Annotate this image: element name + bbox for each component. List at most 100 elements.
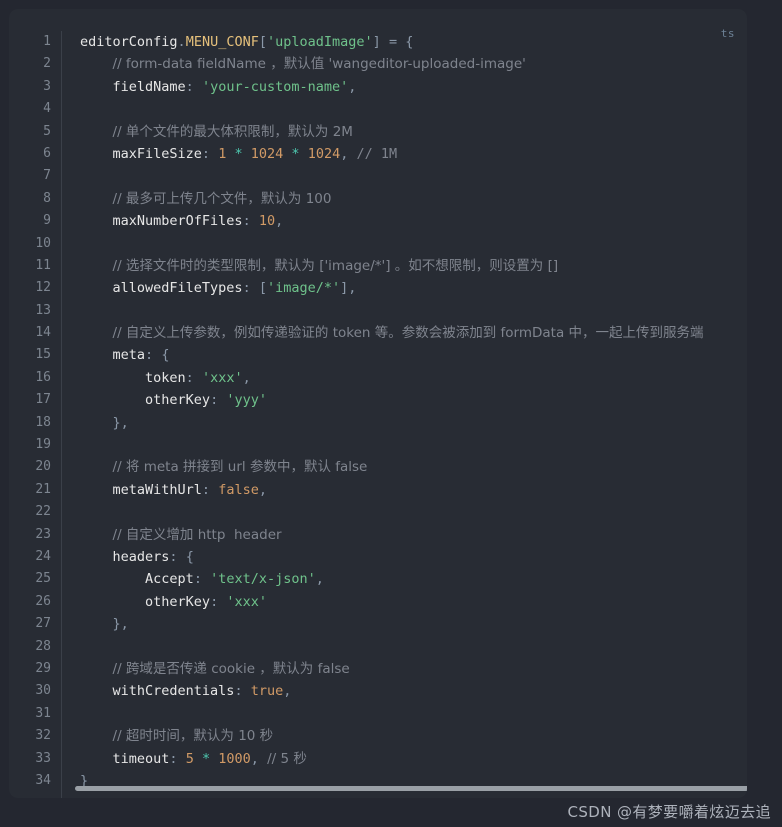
code-token: :: [185, 369, 194, 386]
code-token: // 超时时间，默认为 10 秒: [112, 728, 274, 745]
code-content[interactable]: editorConfig.MENU_CONF['uploadImage'] = …: [62, 31, 747, 792]
code-token: 5: [185, 750, 194, 767]
code-token: // 将 meta 拼接到 url 参数中，默认 false: [112, 459, 368, 476]
line-number: 25: [35, 571, 51, 587]
line-number: 14: [35, 325, 51, 341]
line-number: 18: [35, 414, 51, 430]
code-token: withCredentials: [112, 683, 235, 700]
horizontal-scrollbar[interactable]: [75, 786, 747, 792]
code-line: },: [80, 412, 747, 434]
code-line: metaWithUrl: false,: [80, 479, 747, 501]
code-token: *: [234, 145, 243, 162]
code-token: fieldName: [112, 78, 186, 95]
code-token: true: [250, 683, 284, 700]
code-token: :: [242, 213, 251, 230]
code-token: editorConfig: [80, 34, 178, 50]
line-number: 20: [35, 459, 51, 475]
line-number: 4: [43, 101, 51, 117]
line-number: 22: [35, 504, 51, 520]
code-token: 1000: [218, 750, 251, 767]
code-token: maxNumberOfFiles: [112, 213, 243, 230]
line-number: 19: [35, 437, 51, 453]
line-number: 13: [35, 302, 51, 318]
line-number: 12: [35, 280, 51, 296]
code-token: otherKey: [145, 593, 211, 610]
language-tag: ts: [720, 27, 735, 40]
code-token: },: [112, 414, 129, 431]
code-line: editorConfig.MENU_CONF['uploadImage'] = …: [80, 31, 747, 53]
code-token: :: [210, 593, 219, 610]
code-token: timeout: [112, 750, 170, 767]
code-token: :: [201, 481, 211, 498]
line-number: 5: [43, 123, 51, 139]
line-number-gutter: 1 2 3 4 5 6 7 8 9 10 11 12 13 14 15 16 17 18 19 20 21 22 23 24 2…: [9, 31, 62, 798]
code-line: // 将 meta 拼接到 url 参数中，默认 false: [80, 456, 747, 478]
code-token: :: [210, 392, 219, 409]
code-token: MENU_CONF: [185, 34, 259, 50]
code-block-card: ts 1 2 3 4 5 6 7 8 9 10 11 12 13 14 15 16 17 18 19 20 21 22 23…: [9, 9, 747, 798]
code-token: metaWithUrl: [112, 481, 202, 498]
line-number: 1: [43, 34, 51, 49]
code-token: // 自定义增加 http header: [112, 526, 282, 543]
code-token: :: [234, 683, 243, 700]
line-number: 16: [35, 369, 51, 385]
line-number: 26: [35, 593, 51, 609]
line-number: 6: [43, 145, 51, 161]
code-token: :: [201, 145, 211, 162]
line-number: 10: [35, 235, 51, 251]
code-token: 'uploadImage': [266, 34, 373, 50]
code-token: :: [193, 571, 202, 588]
code-line: // 选择文件时的类型限制，默认为 ['image/*'] 。如不想限制，则设置…: [80, 255, 747, 277]
code-token: ],: [340, 280, 357, 297]
code-line: },: [80, 613, 747, 635]
line-number: 33: [35, 750, 51, 766]
code-line: otherKey: 'xxx': [80, 591, 747, 613]
line-number: 27: [35, 616, 51, 632]
code-token: ,: [258, 481, 267, 498]
code-token: // 选择文件时的类型限制，默认为 ['image/*'] 。如不想限制，则设置…: [112, 257, 559, 274]
code-token: .: [177, 34, 186, 50]
code-line: // 跨域是否传递 cookie ，默认为 false: [80, 658, 747, 680]
code-token: :: [242, 280, 251, 297]
code-token: token: [145, 369, 186, 386]
line-number: 23: [35, 526, 51, 542]
code-token: 1024: [250, 145, 284, 162]
code-token: ,: [242, 369, 251, 386]
code-token: // 最多可上传几个文件，默认为 100: [112, 190, 332, 207]
code-token: ,: [283, 683, 292, 700]
code-token: // 自定义上传参数，例如传递验证的 token 等。参数会被添加到 formD…: [112, 325, 704, 342]
code-token: headers: [112, 548, 170, 565]
code-line: fieldName: 'your-custom-name',: [80, 76, 747, 98]
code-token: 1024: [307, 145, 341, 162]
code-line: otherKey: 'yyy': [80, 389, 747, 411]
line-number: 2: [43, 56, 51, 72]
code-token: 'xxx': [226, 593, 267, 610]
line-number: 28: [35, 638, 51, 654]
code-token: 'image/*': [266, 280, 341, 297]
code-token: 10: [258, 213, 276, 230]
code-token: 'your-custom-name': [201, 78, 349, 95]
code-line: // 最多可上传几个文件，默认为 100: [80, 188, 747, 210]
line-number: 34: [35, 772, 51, 788]
horizontal-scrollbar-thumb[interactable]: [75, 786, 747, 791]
